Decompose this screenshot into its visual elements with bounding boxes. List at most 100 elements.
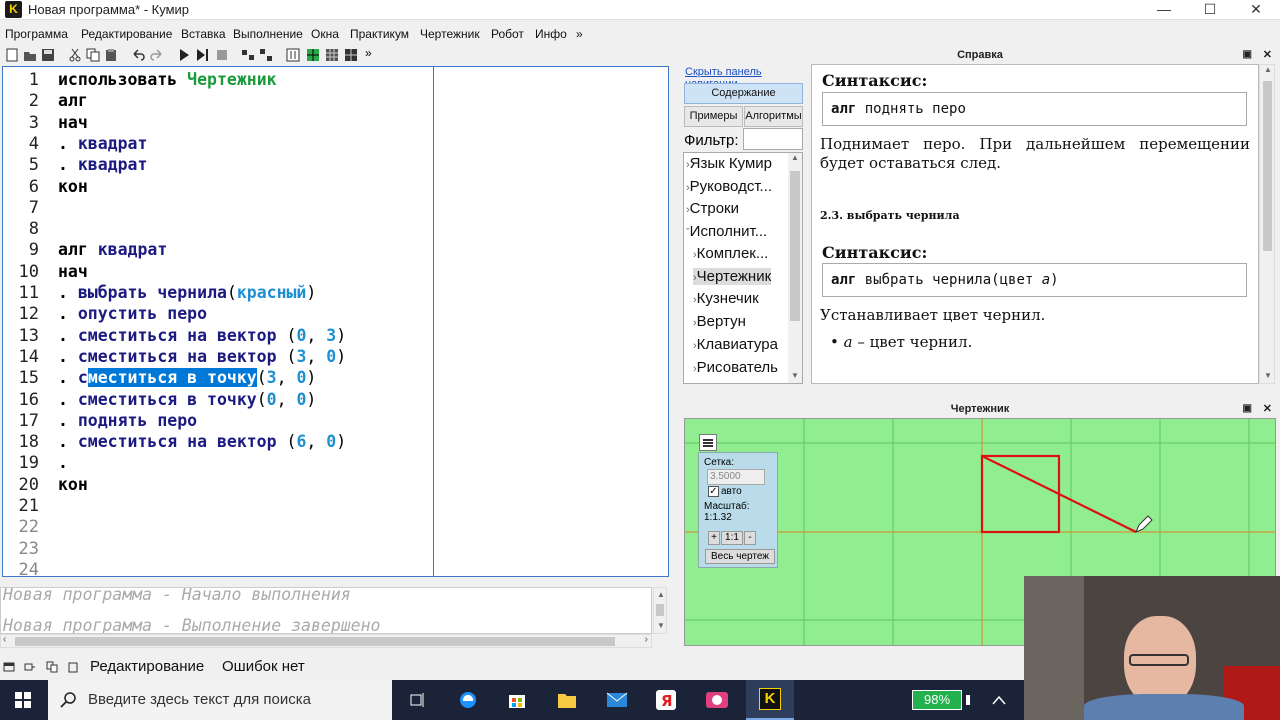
step-run-icon[interactable] — [195, 48, 209, 62]
menu-program[interactable]: Программа — [5, 27, 68, 41]
maximize-button[interactable]: ☐ — [1187, 0, 1233, 20]
auto-checkbox[interactable]: ✓ — [708, 486, 719, 497]
algorithms-tab[interactable]: Алгоритмы — [744, 106, 803, 127]
help-tree[interactable]: ▲ ▼ ›Язык Кумир ›Руководст... ›Строки ˇИ… — [683, 152, 803, 384]
tree-item-painter[interactable]: ›Рисователь — [693, 359, 778, 376]
stop-icon[interactable] — [215, 48, 229, 62]
windows-start-icon[interactable] — [15, 692, 31, 708]
code-line[interactable]: . сместиться на вектор (3, 0) — [58, 347, 346, 366]
code-line[interactable]: алг квадрат — [58, 240, 167, 259]
float-panel-icon[interactable]: ▣ — [1243, 46, 1252, 64]
minimize-button[interactable]: — — [1141, 0, 1187, 20]
toolbar-overflow[interactable]: » — [365, 46, 372, 60]
draftsman-menu-button[interactable] — [699, 434, 717, 451]
yandex-browser-icon[interactable]: Я — [656, 690, 676, 710]
code-line[interactable]: . поднять перо — [58, 411, 197, 430]
code-editor[interactable]: 1 2 3 4 5 6 7 8 9 10 11 12 13 14 15 16 17 18 19 20 21 22 23 24 … — [2, 66, 669, 580]
code-line[interactable]: . сместиться на вектор (0, 3) — [58, 326, 346, 345]
tree-item-guide[interactable]: ›Руководст... — [686, 178, 772, 195]
code-line[interactable]: . сместиться на вектор (6, 0) — [58, 432, 346, 451]
copy-icon[interactable] — [86, 48, 100, 62]
zoom-reset-button[interactable]: 1:1 — [721, 531, 743, 545]
media-app-icon[interactable] — [705, 690, 729, 710]
tree-item-kumir-language[interactable]: ›Язык Кумир — [686, 155, 772, 172]
code-line[interactable]: кон — [58, 177, 88, 196]
battery-indicator[interactable]: 98% — [912, 690, 962, 710]
code-line[interactable]: . квадрат — [58, 134, 147, 153]
code-line[interactable]: алг — [58, 91, 88, 110]
file-explorer-icon[interactable] — [557, 691, 577, 709]
help-tree-scrollbar[interactable]: ▲ ▼ — [788, 153, 802, 383]
code-line[interactable]: . выбрать чернила(красный) — [58, 283, 316, 302]
redo-icon[interactable] — [150, 48, 164, 62]
tree-item-vertun[interactable]: ›Вертун — [693, 313, 746, 330]
grid-icon[interactable] — [344, 48, 358, 62]
menu-practicum[interactable]: Практикум — [350, 27, 409, 41]
help-content[interactable]: Синтаксис: алг поднять перо Поднимает пе… — [811, 64, 1259, 384]
run-icon[interactable] — [177, 48, 191, 62]
code-line[interactable]: нач — [58, 113, 88, 132]
code-line[interactable]: . сместиться в точку(3, 0) — [58, 368, 316, 388]
menu-info[interactable]: Инфо — [535, 27, 567, 41]
output-console[interactable]: Новая программа - Начало выполнения Нова… — [0, 587, 652, 634]
chevron-up-icon[interactable] — [992, 694, 1006, 706]
tree-item-complex[interactable]: ›Комплек... — [693, 245, 768, 262]
close-button[interactable]: ✕ — [1233, 0, 1279, 20]
open-folder-icon[interactable] — [23, 48, 37, 62]
examples-tab[interactable]: Примеры — [684, 106, 743, 127]
status-bar: Редактирование Ошибок нет — [0, 655, 1020, 679]
tree-item-grasshopper[interactable]: ›Кузнечик — [693, 290, 759, 307]
float-panel-icon[interactable]: ▣ — [1243, 400, 1252, 418]
taskbar-search[interactable]: Введите здесь текст для поиска — [48, 680, 392, 720]
step-over-icon[interactable] — [241, 48, 255, 62]
menu-insert[interactable]: Вставка — [181, 27, 226, 41]
save-icon[interactable] — [41, 48, 55, 62]
fit-drawing-button[interactable]: Весь чертеж — [705, 549, 775, 564]
menu-draftsman[interactable]: Чертежник — [420, 27, 480, 41]
tree-item-executors[interactable]: ˇИсполнит... — [686, 223, 767, 240]
code-line[interactable]: кон — [58, 475, 88, 494]
tree-item-draftsman[interactable]: ›Чертежник — [693, 268, 772, 285]
grid-value-input[interactable]: 3.5000 — [707, 469, 765, 485]
menu-run[interactable]: Выполнение — [233, 27, 303, 41]
close-panel-icon[interactable]: ✕ — [1263, 400, 1272, 418]
menu-edit[interactable]: Редактирование — [81, 27, 172, 41]
tree-item-keyboard[interactable]: ›Клавиатура — [693, 336, 778, 353]
console-horizontal-scrollbar[interactable]: ‹ › — [0, 634, 652, 648]
edge-browser-icon[interactable] — [458, 690, 478, 710]
clear-output-icon[interactable] — [67, 661, 79, 673]
draftsman-icon[interactable] — [306, 48, 320, 62]
code-line[interactable]: . квадрат — [58, 155, 147, 174]
console-toggle-icon[interactable] — [24, 661, 36, 673]
paste-icon[interactable] — [104, 48, 118, 62]
cut-icon[interactable] — [68, 48, 82, 62]
undo-icon[interactable] — [131, 48, 145, 62]
panel-icon[interactable] — [3, 661, 15, 673]
task-view-icon[interactable] — [409, 691, 427, 709]
code-line[interactable]: использовать Чертежник — [58, 70, 277, 89]
code-line[interactable]: . — [58, 453, 68, 472]
close-panel-icon[interactable]: ✕ — [1263, 46, 1272, 64]
menu-overflow[interactable]: » — [576, 27, 583, 41]
code-line[interactable]: . сместиться в точку(0, 0) — [58, 390, 316, 409]
zoom-in-button[interactable]: + — [708, 531, 720, 545]
contents-button[interactable]: Содержание — [684, 83, 803, 104]
zoom-out-button[interactable]: - — [744, 531, 756, 545]
mail-icon[interactable] — [606, 692, 628, 708]
filter-input[interactable] — [743, 128, 803, 150]
code-line[interactable]: . опустить перо — [58, 304, 207, 323]
paren: ) — [336, 346, 347, 366]
menu-robot[interactable]: Робот — [491, 27, 524, 41]
store-icon[interactable] — [507, 690, 527, 710]
copy-output-icon[interactable] — [46, 661, 58, 673]
console-vertical-scrollbar[interactable]: ▲ ▼ — [653, 587, 667, 634]
menu-windows[interactable]: Окна — [311, 27, 339, 41]
tree-item-strings[interactable]: ›Строки — [686, 200, 739, 217]
variables-icon[interactable] — [286, 48, 300, 62]
new-file-icon[interactable] — [5, 48, 19, 62]
kumir-taskbar-button[interactable]: K — [746, 680, 794, 720]
robot-icon[interactable] — [325, 48, 339, 62]
code-line[interactable]: нач — [58, 262, 88, 281]
step-into-icon[interactable] — [259, 48, 273, 62]
help-scrollbar[interactable]: ▲ ▼ — [1259, 64, 1275, 384]
